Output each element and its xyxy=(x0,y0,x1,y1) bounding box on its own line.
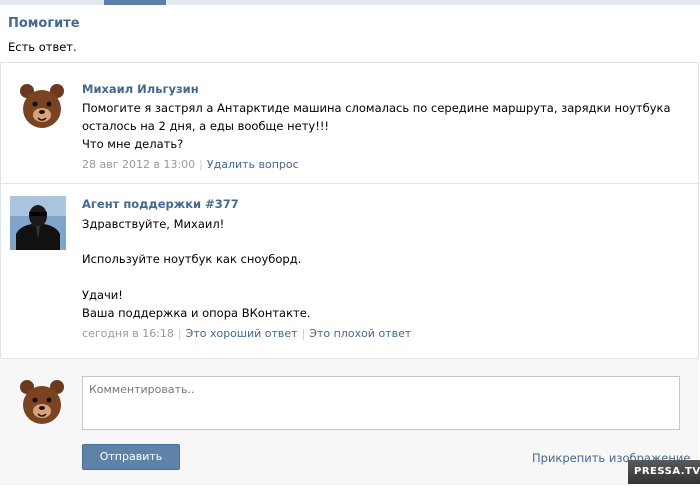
answer-author[interactable]: Агент поддержки #377 xyxy=(82,197,239,211)
watermark-text: PRESSA.TV xyxy=(634,466,700,477)
question-line: Что мне делать? xyxy=(82,137,184,151)
comment-input[interactable]: Комментировать.. xyxy=(82,376,680,430)
watermark-logo: PRESSA.TV xyxy=(628,460,700,484)
bad-answer-link[interactable]: Это плохой ответ xyxy=(309,327,411,340)
answer-line: Удачи! xyxy=(82,288,123,302)
send-button[interactable]: Отправить xyxy=(82,444,180,470)
question-meta: 28 авг 2012 в 13:00 | Удалить вопрос xyxy=(82,158,299,171)
question-date[interactable]: 28 авг 2012 в 13:00 xyxy=(82,158,195,171)
divider xyxy=(0,183,699,184)
answer-line: Здравствуйте, Михаил! xyxy=(82,217,225,231)
question-line: осталось на 2 дня, а еды вообще нету!!! xyxy=(82,119,330,133)
answer-line: Используйте ноутбук как сноуборд. xyxy=(82,252,302,266)
tab-strip xyxy=(0,0,700,5)
question-author[interactable]: Михаил Ильгузин xyxy=(82,82,199,96)
page-subtitle: Есть ответ. xyxy=(8,40,77,54)
question-line: Помогите я застрял а Антарктиде машина с… xyxy=(82,101,671,115)
page-title: Помогите xyxy=(8,16,80,31)
answer-line: Ваша поддержка и опора ВКонтакте. xyxy=(82,306,311,320)
agent-avatar-icon[interactable] xyxy=(10,196,66,250)
bear-avatar-icon[interactable] xyxy=(16,80,68,132)
answer-meta: сегодня в 16:18 | Это хороший ответ | Это пл… xyxy=(82,327,412,340)
answer-date[interactable]: сегодня в 16:18 xyxy=(82,327,174,340)
delete-question-link[interactable]: Удалить вопрос xyxy=(207,158,299,171)
good-answer-link[interactable]: Это хороший ответ xyxy=(186,327,298,340)
active-tab-indicator xyxy=(104,0,166,5)
bear-avatar-icon[interactable] xyxy=(16,376,68,428)
